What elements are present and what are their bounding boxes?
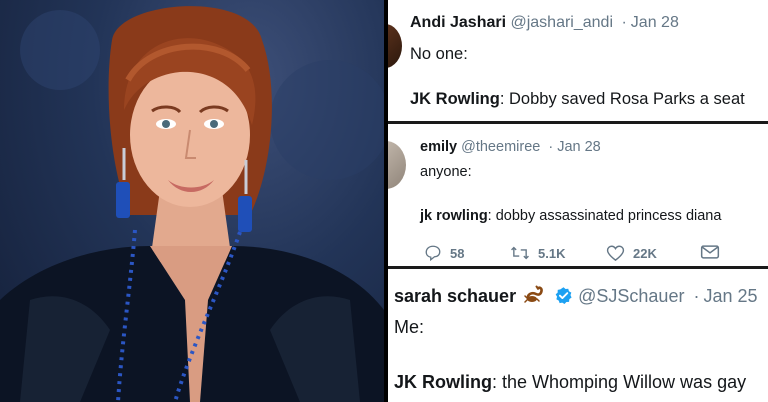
avatar[interactable]	[388, 141, 406, 189]
separator-dot: ·	[621, 14, 627, 31]
tweet-header: sarah schauer @SJSchauer · Jan 25	[394, 285, 758, 307]
verified-badge-icon	[555, 287, 572, 305]
tweet-text-line1: anyone:	[420, 164, 472, 180]
like-count: 22K	[633, 245, 657, 261]
retweet-icon	[511, 246, 529, 260]
tweet-text-line1: Me:	[394, 317, 425, 337]
retweet-count: 5.1K	[538, 245, 566, 261]
author-name[interactable]: Andi Jashari	[410, 14, 506, 31]
tweet-text-rest: : the Whomping Willow was gay	[492, 372, 747, 392]
portrait-illustration	[0, 6, 384, 402]
heart-icon	[606, 245, 625, 262]
dm-button[interactable]	[700, 244, 720, 260]
tweet-header: Andi Jashari @jashari_andi · Jan 28	[410, 14, 679, 32]
tweet-text-bold: jk rowling	[420, 208, 488, 224]
tweet-text-rest: : dobby assassinated princess diana	[487, 208, 722, 224]
separator-dot: ·	[548, 139, 554, 155]
reply-icon	[425, 245, 441, 262]
author-handle[interactable]: @theemiree	[461, 139, 540, 155]
tweet-date[interactable]: Jan 28	[631, 14, 679, 31]
mail-icon	[700, 245, 720, 259]
tweet-text-line2: jk rowling: dobby assassinated princess …	[420, 208, 721, 224]
retweet-button[interactable]: 5.1K	[510, 244, 565, 262]
tweet-card[interactable]: Andi Jashari @jashari_andi · Jan 28 No on…	[388, 0, 768, 124]
tweet-text-line2: JK Rowling: Dobby saved Rosa Parks a sea…	[410, 90, 745, 109]
tweet-text-rest: : Dobby saved Rosa Parks a seat	[499, 90, 745, 108]
tweet-date[interactable]: Jan 25	[703, 286, 757, 306]
tweet-date[interactable]: Jan 28	[557, 139, 601, 155]
tweet-card[interactable]: sarah schauer @SJSchauer · Jan 25 Me: JK …	[388, 272, 768, 402]
tweet-text-bold: JK Rowling	[410, 90, 500, 108]
author-name[interactable]: sarah schauer	[394, 286, 516, 306]
tweet-header: emily @theemiree · Jan 28	[420, 139, 601, 155]
reply-count: 58	[450, 245, 465, 261]
tweet-stack: Andi Jashari @jashari_andi · Jan 28 No on…	[388, 0, 768, 402]
like-button[interactable]: 22K	[606, 244, 657, 262]
tweet-text-line1: No one:	[410, 45, 468, 63]
scorpion-emoji-icon	[524, 285, 543, 303]
author-handle[interactable]: @jashari_andi	[510, 14, 613, 31]
portrait-photo	[0, 0, 384, 402]
author-handle[interactable]: @SJSchauer	[578, 286, 684, 306]
tweet-card[interactable]: emily @theemiree · Jan 28 anyone: jk rowl…	[388, 127, 768, 269]
tweet-text-line2: JK Rowling: the Whomping Willow was gay	[394, 372, 746, 393]
author-name[interactable]: emily	[420, 139, 457, 155]
reply-button[interactable]: 58	[424, 244, 464, 262]
tweet-actions: 58 5.1K 22K	[424, 244, 744, 264]
tweet-text-bold: JK Rowling	[394, 372, 492, 392]
avatar[interactable]	[388, 24, 402, 68]
separator-dot: ·	[693, 286, 700, 306]
